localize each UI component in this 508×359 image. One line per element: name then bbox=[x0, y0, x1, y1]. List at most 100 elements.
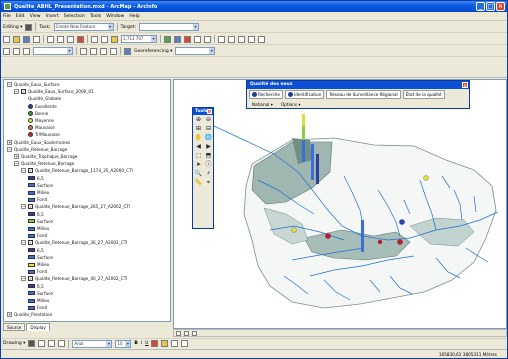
toc-layer-row[interactable]: − ✓ Qualite_Retenue_Barrage_265_27_A2002_C… bbox=[21, 204, 130, 210]
legend-item[interactable]: Moyenne bbox=[28, 118, 54, 123]
legend-item[interactable]: Bonne bbox=[28, 110, 48, 116]
raster-tool-icon-2[interactable] bbox=[13, 47, 20, 55]
legend-item[interactable]: Fond bbox=[28, 233, 47, 238]
refresh-view-icon[interactable] bbox=[192, 330, 197, 336]
layout-pan-icon[interactable] bbox=[248, 35, 255, 43]
toc-layer-row[interactable]: + Qualite_Prestation bbox=[7, 312, 52, 318]
basin-map[interactable] bbox=[174, 80, 507, 329]
layer-visibility-checkbox[interactable]: ✓ bbox=[28, 204, 33, 210]
tools-title-bar[interactable]: Tools × bbox=[193, 108, 213, 115]
font-size-select[interactable]: 10 bbox=[115, 339, 132, 348]
reseau-surveillance-button[interactable]: Réseau de Surveillance Régional bbox=[326, 90, 401, 99]
georeferencing-menu[interactable]: Georeferencing ▾ bbox=[134, 49, 172, 54]
legend-item[interactable]: Surface bbox=[28, 219, 53, 224]
task-select[interactable]: Create New Feature bbox=[53, 23, 114, 31]
sketch-tool-icon[interactable] bbox=[25, 23, 33, 31]
menu-insert[interactable]: Insert bbox=[46, 14, 59, 19]
qpanel-title-bar[interactable]: Qualité des eaux × bbox=[247, 81, 469, 89]
toc-layer-row[interactable]: − Qualite_Retenue_Barrage bbox=[7, 146, 67, 152]
fill-color-icon[interactable] bbox=[161, 340, 169, 347]
menu-edit[interactable]: Edit bbox=[16, 14, 25, 19]
command-line-icon[interactable] bbox=[194, 35, 201, 43]
qpanel-close-button[interactable]: × bbox=[462, 82, 468, 88]
recherche-button[interactable]: Recherche bbox=[249, 90, 283, 99]
layer-visibility-checkbox[interactable]: ✓ bbox=[28, 276, 33, 282]
spatial-tool-icon-4[interactable] bbox=[110, 47, 117, 55]
menu-tools[interactable]: Tools bbox=[90, 14, 101, 19]
georef-toolbar-icon[interactable] bbox=[124, 47, 131, 55]
select-elements-icon[interactable]: ⬒ bbox=[204, 152, 213, 160]
editor-toolbar-icon[interactable] bbox=[164, 35, 171, 43]
drawing-menu[interactable]: Drawing ▾ bbox=[3, 341, 25, 346]
layer-visibility-checkbox[interactable]: ✓ bbox=[28, 240, 33, 246]
station-point-yellow[interactable] bbox=[423, 175, 429, 181]
minimize-button[interactable]: _ bbox=[476, 2, 485, 11]
spatial-tool-icon-2[interactable] bbox=[90, 47, 97, 55]
menu-view[interactable]: View bbox=[30, 14, 41, 19]
measure-icon[interactable]: 📏 bbox=[194, 179, 203, 187]
fixed-zoom-out-icon[interactable]: ⊟ bbox=[204, 125, 213, 133]
collapse-icon[interactable]: − bbox=[14, 161, 19, 167]
fixed-zoom-in-icon[interactable]: ⊞ bbox=[194, 125, 203, 133]
redo-icon[interactable] bbox=[101, 35, 108, 43]
save-icon[interactable] bbox=[23, 35, 30, 43]
close-button[interactable]: × bbox=[496, 2, 505, 11]
collapse-icon[interactable]: − bbox=[14, 89, 19, 95]
target-select[interactable] bbox=[139, 23, 200, 31]
cut-icon[interactable] bbox=[47, 35, 54, 43]
layout-extent-icon[interactable] bbox=[258, 35, 265, 43]
spatial-tool-icon-3[interactable] bbox=[100, 47, 107, 55]
select-features-icon[interactable]: ⬚ bbox=[194, 152, 203, 160]
legend-item[interactable]: Surface bbox=[28, 183, 53, 188]
expand-icon[interactable]: + bbox=[14, 154, 19, 159]
expand-icon[interactable]: + bbox=[7, 312, 12, 318]
toc-layer-row[interactable]: − ✓ Qualite_Eaux_Surface_2000_01 bbox=[14, 89, 94, 95]
data-view-icon[interactable] bbox=[176, 330, 181, 336]
editor-menu[interactable]: Editing ▾ bbox=[3, 25, 22, 30]
tab-source[interactable]: Source bbox=[3, 323, 26, 331]
zoom-in-icon[interactable]: ⊕ bbox=[194, 116, 203, 124]
menu-window[interactable]: Window bbox=[106, 14, 124, 19]
toc-layer-row[interactable]: − ✓ Qualite_Retenue_Barrage_1174_35_A2000_… bbox=[21, 168, 133, 174]
line-color-icon[interactable] bbox=[171, 340, 179, 347]
toc-layer-row[interactable]: − ✓ Qualite_Retenue_Barrage_40_27_A2002_CT… bbox=[21, 276, 127, 282]
legend-item[interactable]: Fond bbox=[28, 197, 47, 202]
collapse-icon[interactable]: − bbox=[21, 240, 26, 246]
etat-qualite-button[interactable]: État de la qualité bbox=[402, 90, 445, 99]
expand-icon[interactable]: + bbox=[7, 139, 12, 145]
map-view[interactable] bbox=[173, 79, 507, 329]
collapse-icon[interactable]: − bbox=[21, 204, 26, 210]
layer-visibility-checkbox[interactable]: ✓ bbox=[28, 168, 33, 174]
station-point-red[interactable] bbox=[325, 233, 331, 239]
hyperlink-icon[interactable]: ⚡ bbox=[204, 170, 213, 178]
layer-visibility-checkbox[interactable]: ✓ bbox=[21, 89, 26, 95]
legend-item[interactable]: Excellente bbox=[28, 103, 57, 109]
identify-icon[interactable]: ⓘ bbox=[204, 161, 213, 169]
whats-this-icon[interactable] bbox=[204, 35, 211, 43]
legend-item[interactable]: Surface bbox=[28, 255, 53, 260]
menu-selection[interactable]: Selection bbox=[64, 14, 85, 19]
collapse-icon[interactable]: − bbox=[21, 276, 26, 282]
layout-zoom-out-icon[interactable] bbox=[238, 35, 245, 43]
toc-layer-row[interactable]: + Qualite_Eaux_Souterraines bbox=[7, 139, 70, 145]
new-document-icon[interactable] bbox=[3, 35, 10, 43]
toc-layer-row[interactable]: − Qualite_Eaux_Surface bbox=[7, 82, 60, 87]
marker-color-icon[interactable] bbox=[181, 340, 189, 347]
find-icon[interactable]: 🔍 bbox=[194, 170, 203, 178]
title-bar[interactable]: Qualite_ABHL_Presentation.mxd - ArcMap -… bbox=[1, 1, 507, 12]
legend-item[interactable]: Surface bbox=[28, 291, 53, 296]
collapse-icon[interactable]: − bbox=[7, 146, 12, 152]
legend-item[interactable]: 6,5 bbox=[28, 176, 44, 181]
full-extent-icon[interactable]: 🌐 bbox=[204, 134, 213, 142]
menu-file[interactable]: File bbox=[3, 14, 11, 19]
toc-layer-row[interactable]: − ✓ Qualite_Retenue_Barrage_36_27_A2002_CT… bbox=[21, 240, 127, 246]
arccatalog-icon[interactable] bbox=[174, 35, 181, 43]
pointer-icon[interactable]: ➤ bbox=[194, 161, 203, 169]
layout-tool-icon[interactable] bbox=[218, 35, 225, 43]
layout-zoom-in-icon[interactable] bbox=[228, 35, 235, 43]
paste-icon[interactable] bbox=[67, 35, 74, 43]
legend-item[interactable]: 6,5 bbox=[28, 284, 44, 289]
font-select[interactable]: Arial bbox=[72, 339, 113, 348]
goto-xy-icon[interactable]: ⌖ bbox=[204, 179, 213, 187]
maximize-button[interactable]: □ bbox=[486, 2, 495, 11]
